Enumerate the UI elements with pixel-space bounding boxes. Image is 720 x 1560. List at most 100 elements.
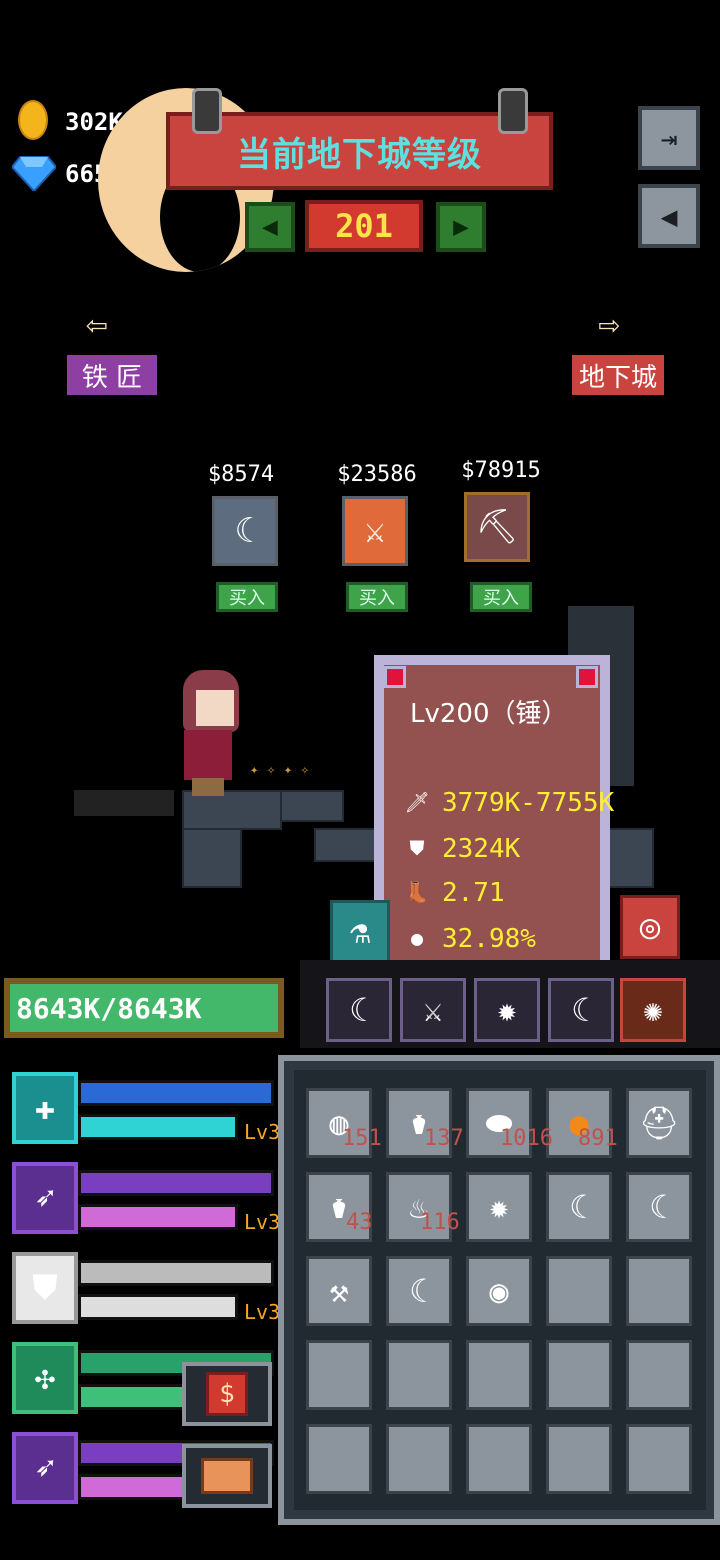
equip-slot-3[interactable]: ✹ [474, 978, 540, 1042]
hat-icon: ⛑ [638, 1104, 680, 1142]
scythe-icon: ☾ [571, 991, 591, 1029]
weapon-level-3: Lv3 [244, 1300, 281, 1324]
weapon-slot-4[interactable]: ✣ [12, 1342, 78, 1414]
blacksmith-button[interactable]: 铁 匠 [64, 352, 160, 398]
item-count: 1016 [500, 1126, 553, 1151]
inventory-slot[interactable] [626, 1340, 692, 1410]
dollar-icon: $ [206, 1372, 248, 1416]
scythe-icon: ☾ [234, 511, 256, 551]
inventory-slot[interactable] [626, 1424, 692, 1494]
pickaxe-icon: ⛏ [475, 507, 519, 547]
inventory-slot[interactable] [546, 1340, 612, 1410]
ground-block [604, 828, 654, 888]
item-count: 891 [578, 1126, 618, 1151]
equip-slot-5[interactable]: ✺ [620, 978, 686, 1042]
triangle-right-icon: ▶ [453, 212, 469, 242]
inventory-slot[interactable] [386, 1340, 452, 1410]
item-count: 151 [342, 1126, 382, 1151]
diamond-icon [12, 156, 56, 191]
shop-item-2[interactable]: ⚔ [342, 496, 408, 566]
tooltip-attack: 3779K-7755K [442, 788, 615, 818]
scythe-icon: ☾ [649, 1188, 669, 1226]
bomb-icon: ● [410, 926, 424, 950]
tooltip-speed: 2.71 [442, 878, 505, 908]
item-count: 116 [420, 1210, 460, 1235]
sparkle-effect: ✦ ✧ ✦ ✧ [250, 762, 310, 778]
sword-icon: 🗡 [404, 790, 430, 814]
ring-icon: ◉ [489, 1272, 509, 1310]
dungeon-button[interactable]: 地下城 [569, 352, 667, 398]
tooltip-corner [576, 666, 598, 688]
inventory-slot[interactable] [546, 1256, 612, 1326]
equip-slot-4[interactable]: ☾ [548, 978, 614, 1042]
potion-slot[interactable]: ⚗ [330, 900, 390, 964]
arrows-icon: ➶ [34, 1448, 56, 1488]
banner-pin-left [192, 88, 222, 134]
shop-item-3[interactable]: ⛏ [464, 492, 530, 562]
arrow-right-icon: ⇨ [598, 304, 620, 345]
inventory-slot[interactable] [466, 1340, 532, 1410]
inventory-slot[interactable]: ⚒ [306, 1256, 372, 1326]
weapon-slot-3[interactable]: ⛊ [12, 1252, 78, 1324]
weapon-progress-1 [78, 1114, 238, 1140]
exit-button[interactable]: ⇥ [638, 106, 700, 170]
weapon-slot-1[interactable]: ✚ [12, 1072, 78, 1144]
hp-bar: 8643K/8643K [4, 978, 284, 1038]
shop-price-2: $23586 [337, 462, 417, 487]
dungeon-level-value: 201 [305, 200, 423, 252]
triangle-left-icon: ◀ [262, 212, 278, 242]
tooltip-defense: 2324K [442, 834, 521, 864]
axe-icon: ⚒ [329, 1272, 349, 1310]
inventory-slot[interactable]: ⛑ [626, 1088, 692, 1158]
chest-button[interactable] [182, 1444, 272, 1508]
weapon-bar-3 [78, 1260, 274, 1286]
ground-block [182, 790, 282, 830]
inventory-slot[interactable] [626, 1256, 692, 1326]
hero-body [184, 730, 232, 780]
inventory-slot[interactable] [546, 1424, 612, 1494]
weapon-progress-5 [78, 1474, 188, 1500]
ground-block [314, 828, 378, 862]
arrows-icon: ➶ [34, 1178, 56, 1218]
shield-icon: ⛊ [409, 836, 425, 860]
inventory-slot[interactable] [386, 1424, 452, 1494]
ground-block [182, 828, 242, 888]
exit-icon: ⇥ [660, 121, 678, 155]
branch-icon: ✣ [34, 1358, 56, 1398]
buy-button-2[interactable]: 买入 [346, 582, 408, 612]
level-prev-button[interactable]: ◀ [245, 202, 295, 252]
weapon-level-2: Lv3 [244, 1210, 281, 1234]
hero-face [196, 690, 234, 726]
ring-slot[interactable]: ◎ [620, 895, 680, 959]
dungeon-level-banner: 当前地下城等级 [166, 112, 553, 190]
potion-icon: ⚗ [349, 912, 371, 952]
ring-icon: ◎ [639, 907, 661, 947]
shop-button[interactable]: $ [182, 1362, 272, 1426]
equip-slot-1[interactable]: ☾ [326, 978, 392, 1042]
inventory-slot[interactable] [466, 1424, 532, 1494]
shop-item-1[interactable]: ☾ [212, 496, 278, 566]
equip-slot-2[interactable]: ⚔ [400, 978, 466, 1042]
mace-icon: ✚ [34, 1088, 56, 1128]
inventory-slot[interactable] [306, 1340, 372, 1410]
inventory-slot[interactable]: ◉ [466, 1256, 532, 1326]
weapon-bar-2 [78, 1170, 274, 1196]
scythe-icon: ☾ [569, 1188, 589, 1226]
inventory-slot[interactable]: ☾ [546, 1172, 612, 1242]
inventory-slot[interactable] [306, 1424, 372, 1494]
sound-button[interactable]: ◀ [638, 184, 700, 248]
level-next-button[interactable]: ▶ [436, 202, 486, 252]
weapon-slot-2[interactable]: ➶ [12, 1162, 78, 1234]
item-count: 43 [346, 1210, 373, 1235]
tooltip-crit: 32.98% [442, 924, 536, 954]
weapon-slot-5[interactable]: ➶ [12, 1432, 78, 1504]
dragon-icon: ✹ [497, 991, 517, 1029]
item-count: 137 [424, 1126, 464, 1151]
inventory-slot[interactable]: ☾ [386, 1256, 452, 1326]
hero-legs [192, 778, 224, 796]
buy-button-1[interactable]: 买入 [216, 582, 278, 612]
buy-button-3[interactable]: 买入 [470, 582, 532, 612]
inventory-slot[interactable]: ☾ [626, 1172, 692, 1242]
inventory-slot[interactable]: ✹ [466, 1172, 532, 1242]
sword-icon: ⚔ [364, 511, 386, 551]
